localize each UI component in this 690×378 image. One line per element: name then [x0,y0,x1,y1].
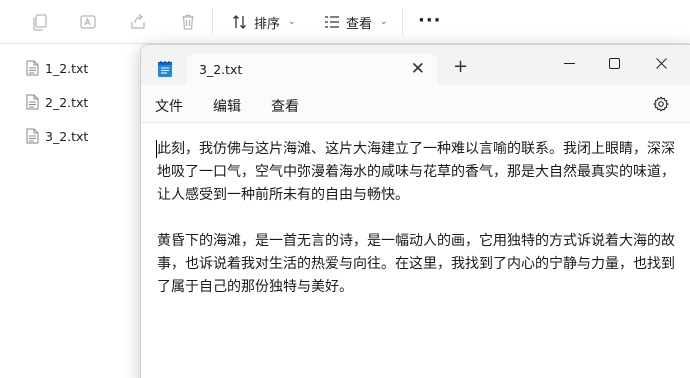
maximize-icon [608,57,620,69]
notepad-app-icon [158,61,172,77]
view-list-icon [325,16,339,28]
list-item[interactable]: 2_2.txt [26,91,88,113]
share-icon[interactable] [128,12,148,32]
list-item[interactable]: 3_2.txt [26,125,88,147]
explorer-toolbar: 排序 ⌄ 查看 ⌄ ··· [0,0,690,44]
chevron-down-icon: ⌄ [380,17,388,27]
close-tab-icon[interactable]: ✕ [411,59,425,79]
text-editor[interactable]: 此刻，我仿佛与这片海滩、这片大海建立了一种难以言喻的联系。我闭上眼睛，深深地吸了… [141,124,690,378]
text-file-icon [26,128,39,144]
close-window-button[interactable] [651,54,671,72]
menu-edit[interactable]: 编辑 [213,96,241,116]
more-options-button[interactable]: ··· [418,10,442,31]
tab-title: 3_2.txt [199,62,243,77]
chevron-down-icon: ⌄ [288,17,296,27]
minimize-icon [563,62,575,64]
menu-file[interactable]: 文件 [155,96,183,116]
text-file-icon [26,94,39,110]
toolbar-divider [402,9,403,35]
list-item[interactable]: 1_2.txt [26,57,88,79]
menu-view[interactable]: 查看 [271,96,299,116]
file-name: 2_2.txt [45,94,89,110]
file-list: 1_2.txt 2_2.txt 3_2.txt [0,44,140,378]
file-name: 3_2.txt [45,128,89,144]
toolbar-divider [212,9,213,35]
document-text[interactable]: 此刻，我仿佛与这片海滩、这片大海建立了一种难以言喻的联系。我闭上眼睛，深深地吸了… [157,138,685,299]
desktop: 排序 ⌄ 查看 ⌄ ··· 1_2.txt 2_2.txt 3_2.txt 3_… [0,0,690,378]
notepad-window: 3_2.txt ✕ + 文件 编辑 查看 此刻，我仿佛与这片海滩、这片大海建立了… [140,44,690,378]
file-name: 1_2.txt [45,60,89,76]
minimize-button[interactable] [559,54,579,72]
maximize-button[interactable] [604,54,624,72]
sort-icon [233,15,246,29]
tab-3-2-txt[interactable]: 3_2.txt ✕ [187,54,437,85]
text-file-icon [26,60,39,76]
copy-icon[interactable] [30,12,50,32]
sort-button[interactable]: 排序 ⌄ [232,10,296,34]
view-label: 查看 [346,16,373,32]
sort-label: 排序 [254,16,281,32]
notepad-menubar: 文件 编辑 查看 [141,85,690,123]
new-tab-button[interactable]: + [453,56,468,77]
rename-icon[interactable] [78,12,98,32]
view-button[interactable]: 查看 ⌄ [324,10,388,34]
close-icon [655,57,667,69]
notepad-titlebar[interactable]: 3_2.txt ✕ + [141,45,690,85]
gear-icon[interactable] [653,96,669,112]
delete-icon[interactable] [178,12,198,32]
